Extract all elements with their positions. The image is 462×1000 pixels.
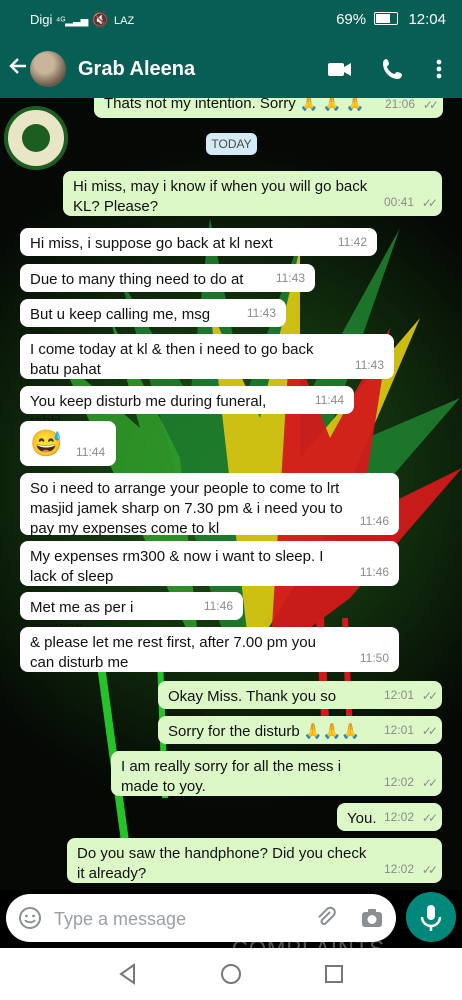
message-time: 11:46 — [203, 599, 233, 613]
read-ticks-icon: ✓✓ — [421, 776, 438, 790]
video-call-icon[interactable] — [327, 56, 353, 82]
more-vert-icon[interactable] — [426, 56, 452, 82]
message-time: 11:46 — [359, 514, 389, 528]
outgoing-message[interactable]: Okay Miss. Thank you so much.12:01✓✓ — [158, 681, 442, 725]
message-composer[interactable] — [6, 894, 396, 942]
incoming-message[interactable]: Hi miss, i suppose go back at kl next su… — [20, 228, 377, 272]
message-text: Hi miss, may i know if when you will go … — [73, 178, 368, 215]
message-text: Do you saw the handphone? Did you check … — [77, 845, 367, 882]
message-time: 12:02 — [383, 775, 414, 789]
outgoing-message[interactable]: I am really sorry for all the mess i mad… — [111, 751, 442, 796]
message-time: 11:42 — [337, 235, 367, 249]
incoming-message[interactable]: & please let me rest first, after 7.00 p… — [20, 627, 399, 672]
incoming-message[interactable]: You keep disturb me during funeral, tahl… — [20, 386, 354, 430]
message-time: 11:43 — [246, 306, 276, 320]
carrier-group: Digi ⁴ᴳ▂▃▅ 🔇 LAZ — [30, 12, 134, 28]
mute-icon: 🔇 — [92, 12, 109, 27]
emoji-icon[interactable] — [18, 906, 42, 930]
clock: 12:04 — [408, 11, 446, 28]
message-time: 11:44 — [76, 445, 106, 459]
message-time: 12:02 — [383, 862, 414, 876]
carrier-label: Digi — [30, 12, 53, 27]
message-time: 12:01 — [383, 723, 414, 737]
message-time: 11:46 — [359, 565, 389, 579]
incoming-message[interactable]: Met me as per i mention11:46 — [20, 592, 243, 636]
message-time: 11:43 — [275, 271, 305, 285]
attach-icon[interactable] — [314, 906, 338, 930]
message-text: Sorry for the disturb 🙏🙏🙏 — [168, 723, 360, 740]
battery-percent: 69% — [336, 11, 367, 28]
incoming-message[interactable]: I come today at kl & then i need to go b… — [20, 334, 394, 379]
carrier-extra: LAZ — [111, 15, 135, 27]
message-text: My expenses rm300 & now i want to sleep.… — [30, 548, 324, 585]
mic-icon — [420, 905, 442, 931]
message-text: I come today at kl & then i need to go b… — [30, 341, 314, 378]
mic-button[interactable] — [406, 892, 456, 942]
nav-home-icon[interactable] — [219, 962, 243, 986]
camera-icon[interactable] — [360, 906, 384, 930]
signal-icon: ⁴ᴳ▂▃▅ — [56, 16, 89, 27]
message-time: 00:41 — [383, 195, 414, 209]
message-time: 12:01 — [383, 688, 414, 702]
message-bubble-clipped[interactable]: Thats not my intention. Sorry 🙏 🙏 🙏 21:0… — [94, 98, 443, 118]
message-text: Thats not my intention. Sorry 🙏 🙏 🙏 — [104, 98, 365, 112]
message-time: 11:44 — [314, 393, 344, 407]
incoming-message[interactable]: So i need to arrange your people to come… — [20, 473, 399, 537]
message-time: 11:43 — [354, 358, 384, 372]
message-text: 😅 — [30, 428, 63, 458]
incoming-message[interactable]: Due to many thing need to do at kg11:43 — [20, 264, 315, 308]
avatar[interactable] — [30, 51, 66, 87]
contact-name[interactable]: Grab Aleena — [78, 58, 195, 81]
status-bar: Digi ⁴ᴳ▂▃▅ 🔇 LAZ 69% 12:04 — [0, 0, 462, 40]
message-time: 21:06 — [384, 98, 415, 111]
battery-icon — [374, 12, 399, 25]
incoming-message[interactable]: But u keep calling me, msg me11:43 — [20, 299, 286, 343]
message-input[interactable] — [52, 904, 306, 934]
message-time: 11:50 — [359, 651, 389, 665]
read-ticks-icon: ✓✓ — [421, 724, 438, 738]
status-right: 69% 12:04 — [336, 11, 446, 28]
system-nav-bar — [0, 948, 462, 1000]
message-text: You. — [347, 810, 377, 827]
back-arrow-icon[interactable] — [8, 56, 28, 81]
nav-back-icon[interactable] — [116, 962, 140, 986]
message-text: I am really sorry for all the mess i mad… — [121, 758, 342, 795]
read-ticks-icon: ✓✓ — [421, 863, 438, 877]
chat-header: Grab Aleena — [0, 40, 462, 98]
phone-icon[interactable] — [380, 56, 406, 82]
read-ticks-icon: ✓✓ — [421, 811, 438, 825]
date-divider: TODAY — [206, 133, 257, 155]
outgoing-message[interactable]: Sorry for the disturb 🙏🙏🙏 12:01 ✓✓ — [158, 716, 442, 744]
nav-recents-icon[interactable] — [322, 962, 346, 986]
read-ticks-icon: ✓✓ — [421, 196, 438, 210]
read-ticks-icon: ✓✓ — [421, 689, 438, 703]
message-time: 12:02 — [383, 810, 414, 824]
outgoing-message[interactable]: You. 12:02 ✓✓ — [337, 803, 442, 831]
outgoing-message[interactable]: Do you saw the handphone? Did you check … — [67, 838, 442, 883]
outgoing-message[interactable]: Hi miss, may i know if when you will go … — [63, 171, 442, 216]
message-text: So i need to arrange your people to come… — [30, 480, 343, 537]
chat-area[interactable]: Thats not my intention. Sorry 🙏 🙏 🙏 21:0… — [0, 98, 462, 890]
read-ticks-icon: ✓✓ — [422, 98, 439, 112]
incoming-message[interactable]: My expenses rm300 & now i want to sleep.… — [20, 541, 399, 586]
message-text: & please let me rest first, after 7.00 p… — [30, 634, 316, 671]
incoming-message[interactable]: 😅 11:44 — [20, 421, 116, 466]
